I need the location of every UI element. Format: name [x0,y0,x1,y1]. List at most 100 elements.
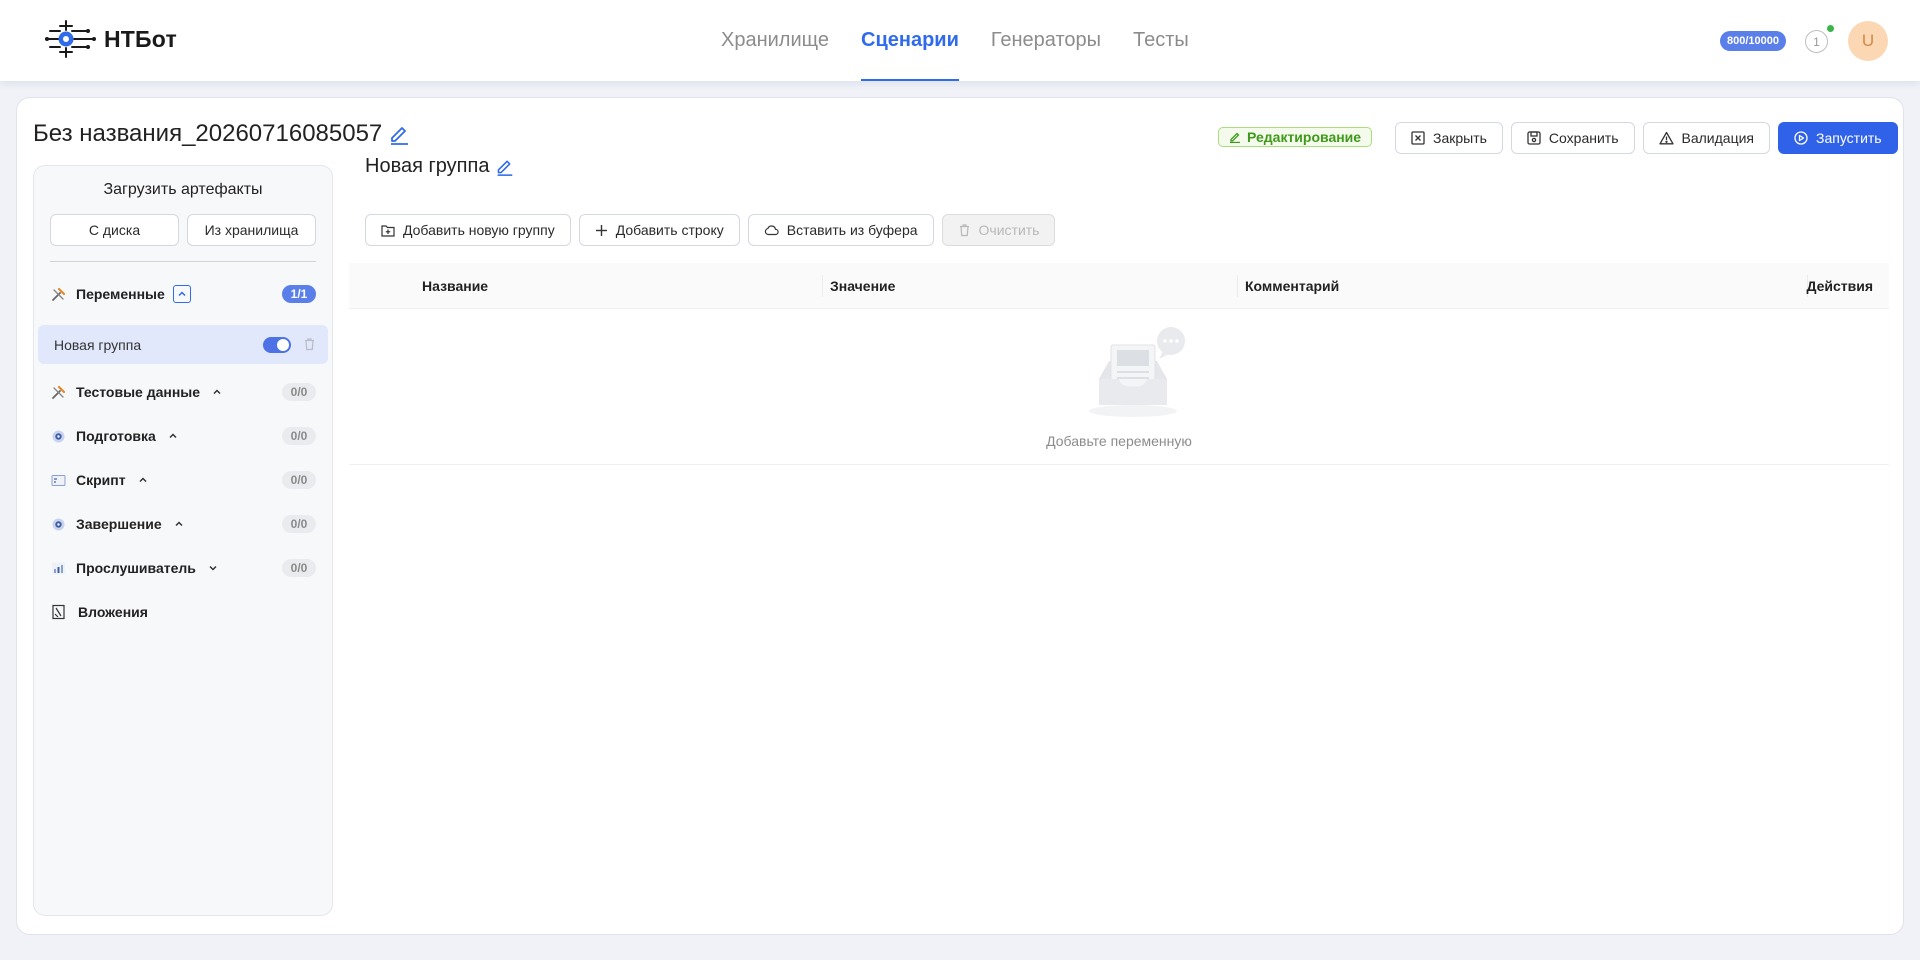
listener-count-badge: 0/0 [282,559,316,577]
section-test-data-label: Тестовые данные [76,384,201,400]
run-button-label: Запустить [1816,130,1882,146]
section-setup[interactable]: Подготовка 0/0 [50,422,316,450]
empty-inbox-icon [1089,327,1185,417]
section-listener-label: Прослушиватель [76,560,196,576]
validate-button[interactable]: Валидация [1642,122,1770,154]
paste-from-buffer-button[interactable]: Вставить из буфера [747,214,934,246]
table-header: Название Значение Комментарий Действия [349,263,1889,309]
chevron-up-icon[interactable] [164,427,182,445]
scenario-editor-card: Без названия_20260716085057 Редактирован… [16,97,1904,935]
attachment-icon [50,604,66,620]
teardown-count-badge: 0/0 [282,515,316,533]
nav-scenarios[interactable]: Сценарии [845,0,975,81]
test-data-count-badge: 0/0 [282,383,316,401]
chevron-up-icon[interactable] [134,471,152,489]
plus-icon [595,224,607,236]
cloud-icon [764,225,779,236]
variable-group-label: Новая группа [54,336,142,353]
empty-state: Добавьте переменную [349,309,1889,465]
column-actions-header[interactable]: Действия [1806,263,1873,309]
section-variables[interactable]: Переменные 1/1 [50,280,316,308]
user-avatar[interactable]: U [1848,21,1888,61]
script-icon [50,472,66,488]
upload-buttons: С диска Из хранилища [50,214,316,246]
main-nav: Хранилище Сценарии Генераторы Тесты [705,0,1205,81]
edit-group-title-icon[interactable] [495,157,514,176]
pencil-icon [1230,132,1240,143]
close-box-icon [1411,131,1425,145]
tools-icon [50,384,66,400]
column-name-header[interactable]: Название [422,263,488,309]
eye-gear-icon [50,428,66,444]
setup-count-badge: 0/0 [282,427,316,445]
column-value-header[interactable]: Значение [830,263,895,309]
chevron-up-icon[interactable] [208,383,226,401]
clear-label: Очистить [978,222,1040,238]
script-count-badge: 0/0 [282,471,316,489]
edit-title-icon[interactable] [388,123,410,145]
section-variables-label: Переменные [76,286,165,302]
chevron-down-icon[interactable] [204,559,222,577]
close-button-label: Закрыть [1433,130,1487,146]
scenario-title: Без названия_20260716085057 [33,120,383,147]
run-button[interactable]: Запустить [1778,122,1898,154]
group-toolbar: Добавить новую группу Добавить строку Вс… [365,214,1056,246]
folder-add-icon [381,224,395,237]
eye-gear-icon [50,516,66,532]
quota-badge: 800/10000 [1720,31,1786,51]
top-bar: НТБот Хранилище Сценарии Генераторы Тест… [0,0,1920,81]
add-row-label: Добавить строку [615,222,724,238]
nav-tests[interactable]: Тесты [1117,0,1205,81]
clear-button[interactable]: Очистить [941,214,1056,246]
save-button[interactable]: Сохранить [1510,122,1635,154]
group-enabled-toggle[interactable] [263,337,291,353]
section-test-data[interactable]: Тестовые данные 0/0 [50,378,316,406]
section-attachments[interactable]: Вложения [50,598,316,626]
group-title-row: Новая группа [365,155,514,178]
add-row-button[interactable]: Добавить строку [578,214,740,246]
chevron-up-icon[interactable] [170,515,188,533]
app-logo[interactable]: НТБот [44,18,177,60]
nav-generators[interactable]: Генераторы [975,0,1117,81]
empty-state-text: Добавьте переменную [1046,433,1192,449]
panel-divider [50,261,316,262]
scenario-actions: Закрыть Сохранить Валидация Запустить [1395,122,1898,154]
add-group-button[interactable]: Добавить новую группу [365,214,571,246]
section-listener[interactable]: Прослушиватель 0/0 [50,554,316,582]
section-setup-label: Подготовка [76,428,156,444]
warning-icon [1658,131,1674,145]
chevron-up-icon[interactable] [172,285,191,303]
save-button-label: Сохранить [1548,130,1619,146]
logo-icon [45,20,96,58]
group-title: Новая группа [365,155,490,177]
artifacts-panel: Загрузить артефакты С диска Из хранилища… [33,165,333,916]
section-attachments-label: Вложения [78,604,148,620]
play-circle-icon [1794,131,1808,145]
section-script[interactable]: Скрипт 0/0 [50,466,316,494]
column-divider [822,275,823,297]
column-comment-header[interactable]: Комментарий [1245,263,1339,309]
notifications-button[interactable]: 1 [1805,30,1828,53]
paste-label: Вставить из буфера [786,222,918,238]
delete-group-icon[interactable] [303,337,316,354]
upload-from-disk-button[interactable]: С диска [50,214,179,246]
chart-icon [50,560,66,576]
nav-storage[interactable]: Хранилище [705,0,845,81]
save-icon [1527,131,1541,145]
upload-from-storage-button[interactable]: Из хранилища [187,214,316,246]
tools-icon [50,286,66,302]
edit-mode-label: Редактирование [1247,129,1362,145]
section-teardown-label: Завершение [76,516,162,532]
section-script-label: Скрипт [76,472,126,488]
add-group-label: Добавить новую группу [403,222,555,238]
column-divider [1237,275,1238,297]
app-name: НТБот [104,25,177,52]
close-button[interactable]: Закрыть [1395,122,1503,154]
validate-button-label: Валидация [1681,130,1755,146]
variables-table: Название Значение Комментарий Действия Д… [349,263,1889,465]
section-teardown[interactable]: Завершение 0/0 [50,510,316,538]
edit-mode-badge: Редактирование [1218,127,1373,147]
online-status-dot [1827,25,1834,32]
trash-icon [959,224,969,237]
variable-group-item[interactable]: Новая группа [38,325,328,364]
